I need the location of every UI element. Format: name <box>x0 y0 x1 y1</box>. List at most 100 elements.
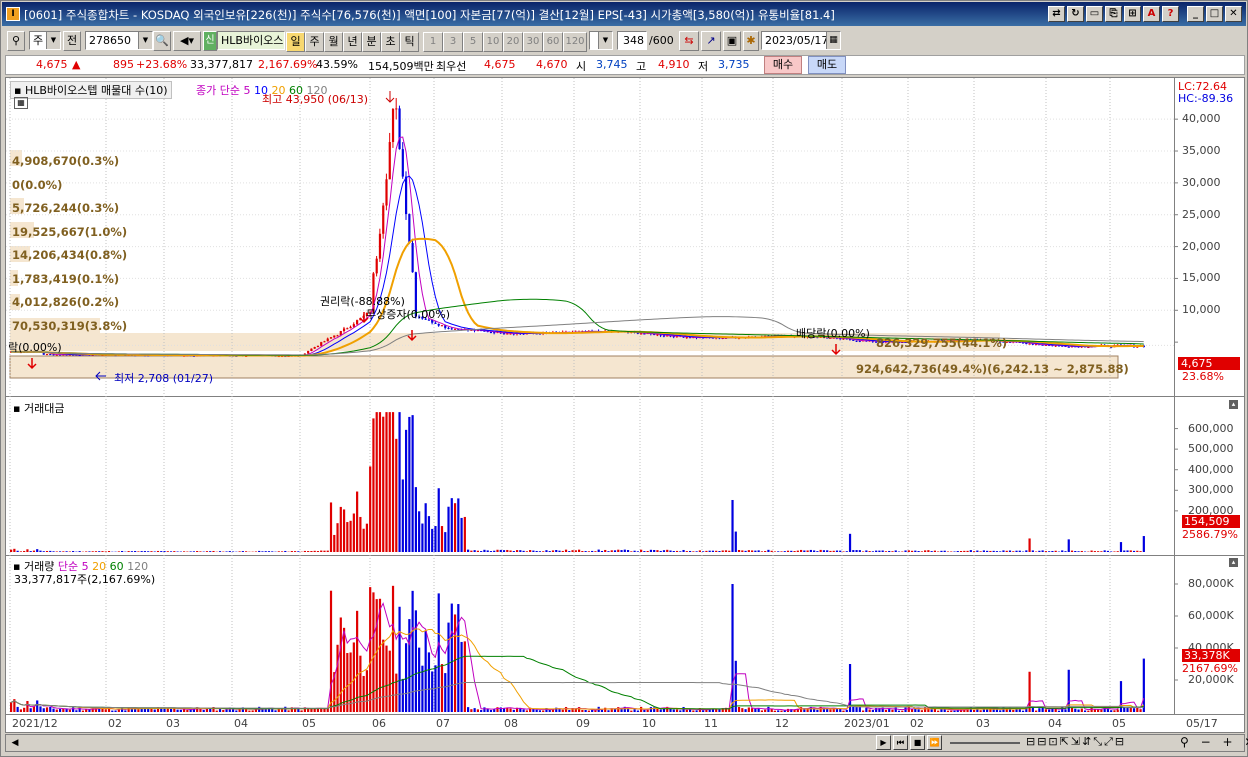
price-candle <box>411 243 414 273</box>
minimize-button[interactable]: _ <box>1187 6 1204 22</box>
volume-bar <box>1080 708 1083 712</box>
chart-icon[interactable]: ⊞ <box>1124 6 1141 22</box>
scroll-left-icon[interactable]: ◀ <box>8 736 22 750</box>
zoom-icons[interactable]: ⚲ − + ✕ <box>1180 735 1248 749</box>
interval-10[interactable]: 10 <box>483 32 503 52</box>
period-minute[interactable]: 분 <box>362 32 381 52</box>
profile-label: 826,329,755(44.1%) <box>876 336 1008 350</box>
market-select[interactable]: 주 ▼ <box>29 31 61 50</box>
chart-scrollbar[interactable]: ◀ ▶ ⏮ ■ ⏩ ⊟⊟⊡⇱⇲⇵⤡⤢⊟ ⚲ − + ✕ <box>5 734 1248 752</box>
volume-bar <box>274 710 277 712</box>
period-day[interactable]: 일 <box>286 32 305 52</box>
amount-bar <box>1126 550 1129 552</box>
volume-bar <box>865 707 868 712</box>
amount-bar <box>940 550 943 552</box>
stock-code-input[interactable]: 278650 ▼ <box>85 31 153 50</box>
amount-bar <box>927 550 930 552</box>
volume-bar <box>55 709 58 712</box>
interval-20[interactable]: 20 <box>503 32 523 52</box>
amount-bar <box>702 551 705 552</box>
magnifier-icon[interactable]: 🔍 <box>153 31 171 51</box>
sell-button[interactable]: 매도 <box>808 56 846 74</box>
help-icon[interactable]: ? <box>1162 6 1179 22</box>
panel-close-icon[interactable]: ▴ <box>1229 558 1238 567</box>
amount-bar <box>698 550 701 552</box>
buy-button[interactable]: 매수 <box>764 56 802 74</box>
amount-bar <box>218 551 222 552</box>
period-week[interactable]: 주 <box>305 32 324 52</box>
volume-bar <box>489 709 493 712</box>
period-second[interactable]: 초 <box>381 32 400 52</box>
prev-toggle[interactable]: 전 <box>63 31 81 51</box>
interval-3[interactable]: 3 <box>443 32 463 52</box>
volume-bar <box>525 710 528 712</box>
high-annotation: 최고 43,950 (06/13) <box>262 93 369 106</box>
date-input[interactable]: 2023/05/17 ▦ <box>761 31 841 50</box>
chart-tool-icons[interactable]: ⊟⊟⊡⇱⇲⇵⤡⤢⊟ <box>1026 735 1126 749</box>
stock-name-field[interactable]: HLB바이오스 <box>217 31 285 50</box>
fast-forward-icon[interactable]: ⏩ <box>927 735 942 750</box>
title-bar: I [0601] 주식종합차트 - KOSDAQ 외국인보유[226(천)] 주… <box>2 2 1246 26</box>
amount-bar <box>731 499 734 552</box>
count-input[interactable]: 348 <box>617 31 647 50</box>
volume-bar <box>385 645 388 712</box>
chart-window: I [0601] 주식종합차트 - KOSDAQ 외국인보유[226(천)] 주… <box>0 0 1248 757</box>
volume-bar <box>737 706 741 712</box>
zoom-slider[interactable] <box>950 742 1020 744</box>
interval-5[interactable]: 5 <box>463 32 483 52</box>
volume-bar <box>1048 709 1051 712</box>
period-year[interactable]: 년 <box>343 32 362 52</box>
amount-bar <box>1110 551 1113 552</box>
amount-bar <box>878 550 881 552</box>
interval-1[interactable]: 1 <box>423 32 443 52</box>
save-icon[interactable]: ▣ <box>723 31 741 51</box>
window-icon[interactable]: ▭ <box>1086 6 1103 22</box>
interval-custom[interactable]: ▼ <box>589 31 613 50</box>
link-icon[interactable]: ⇄ <box>1048 6 1065 22</box>
period-tick[interactable]: 틱 <box>400 32 419 52</box>
interval-120[interactable]: 120 <box>563 32 587 52</box>
low-price: 3,735 <box>718 58 750 71</box>
prev-icon[interactable]: ⏮ <box>893 735 908 750</box>
font-icon[interactable]: A <box>1143 6 1160 22</box>
price-candle <box>1028 343 1031 345</box>
volume-bar <box>829 709 832 712</box>
amount-bar <box>313 550 316 552</box>
amount-bar <box>62 551 65 552</box>
interval-30[interactable]: 30 <box>523 32 543 52</box>
swap-icon[interactable]: ⇆ <box>679 31 699 51</box>
app-icon: I <box>6 7 20 21</box>
volume-bar <box>937 710 940 712</box>
amount-bar <box>72 551 75 552</box>
play-icon[interactable]: ▶ <box>876 735 891 750</box>
panel-close-icon[interactable]: ▴ <box>1229 400 1238 409</box>
amount-bar <box>868 551 871 552</box>
amount-bar <box>143 551 147 552</box>
close-button[interactable]: ✕ <box>1225 6 1242 22</box>
date-tick-label: 04 <box>234 717 248 730</box>
maximize-button[interactable]: □ <box>1206 6 1223 22</box>
amount-bar <box>636 551 639 552</box>
date-tick-label: 12 <box>775 717 789 730</box>
volume-bar <box>1142 658 1145 712</box>
interval-60[interactable]: 60 <box>543 32 563 52</box>
search-code-icon[interactable]: ⚲ <box>7 31 25 51</box>
volume-bar <box>901 710 904 712</box>
grid-toggle-icon[interactable]: ▦ <box>14 97 28 109</box>
refresh-icon[interactable]: ↻ <box>1067 6 1084 22</box>
copy-icon[interactable]: ⎘ <box>1105 6 1122 22</box>
chart-area[interactable]: ▪ HLB바이오스텝 매물대 수(10) 종가 단순 5 10 20 60 12… <box>5 77 1245 733</box>
amount-bar <box>297 551 300 552</box>
profile-label: 924,642,736(49.4%)(6,242.13 ~ 2,875.88) <box>856 362 1129 376</box>
settings-icon[interactable]: ✱ <box>743 31 759 51</box>
indicator-icon[interactable]: ↗ <box>701 31 721 51</box>
period-month[interactable]: 월 <box>324 32 343 52</box>
stop-icon[interactable]: ■ <box>910 735 925 750</box>
profile-label: 5,726,244(0.3%) <box>12 201 120 215</box>
price-candle <box>1067 346 1070 348</box>
price-candle <box>329 337 333 339</box>
amount-bar <box>643 551 646 552</box>
volume-bar <box>542 710 545 712</box>
speaker-icon[interactable]: ◀▾ <box>173 31 201 51</box>
volume-bar <box>153 709 156 712</box>
